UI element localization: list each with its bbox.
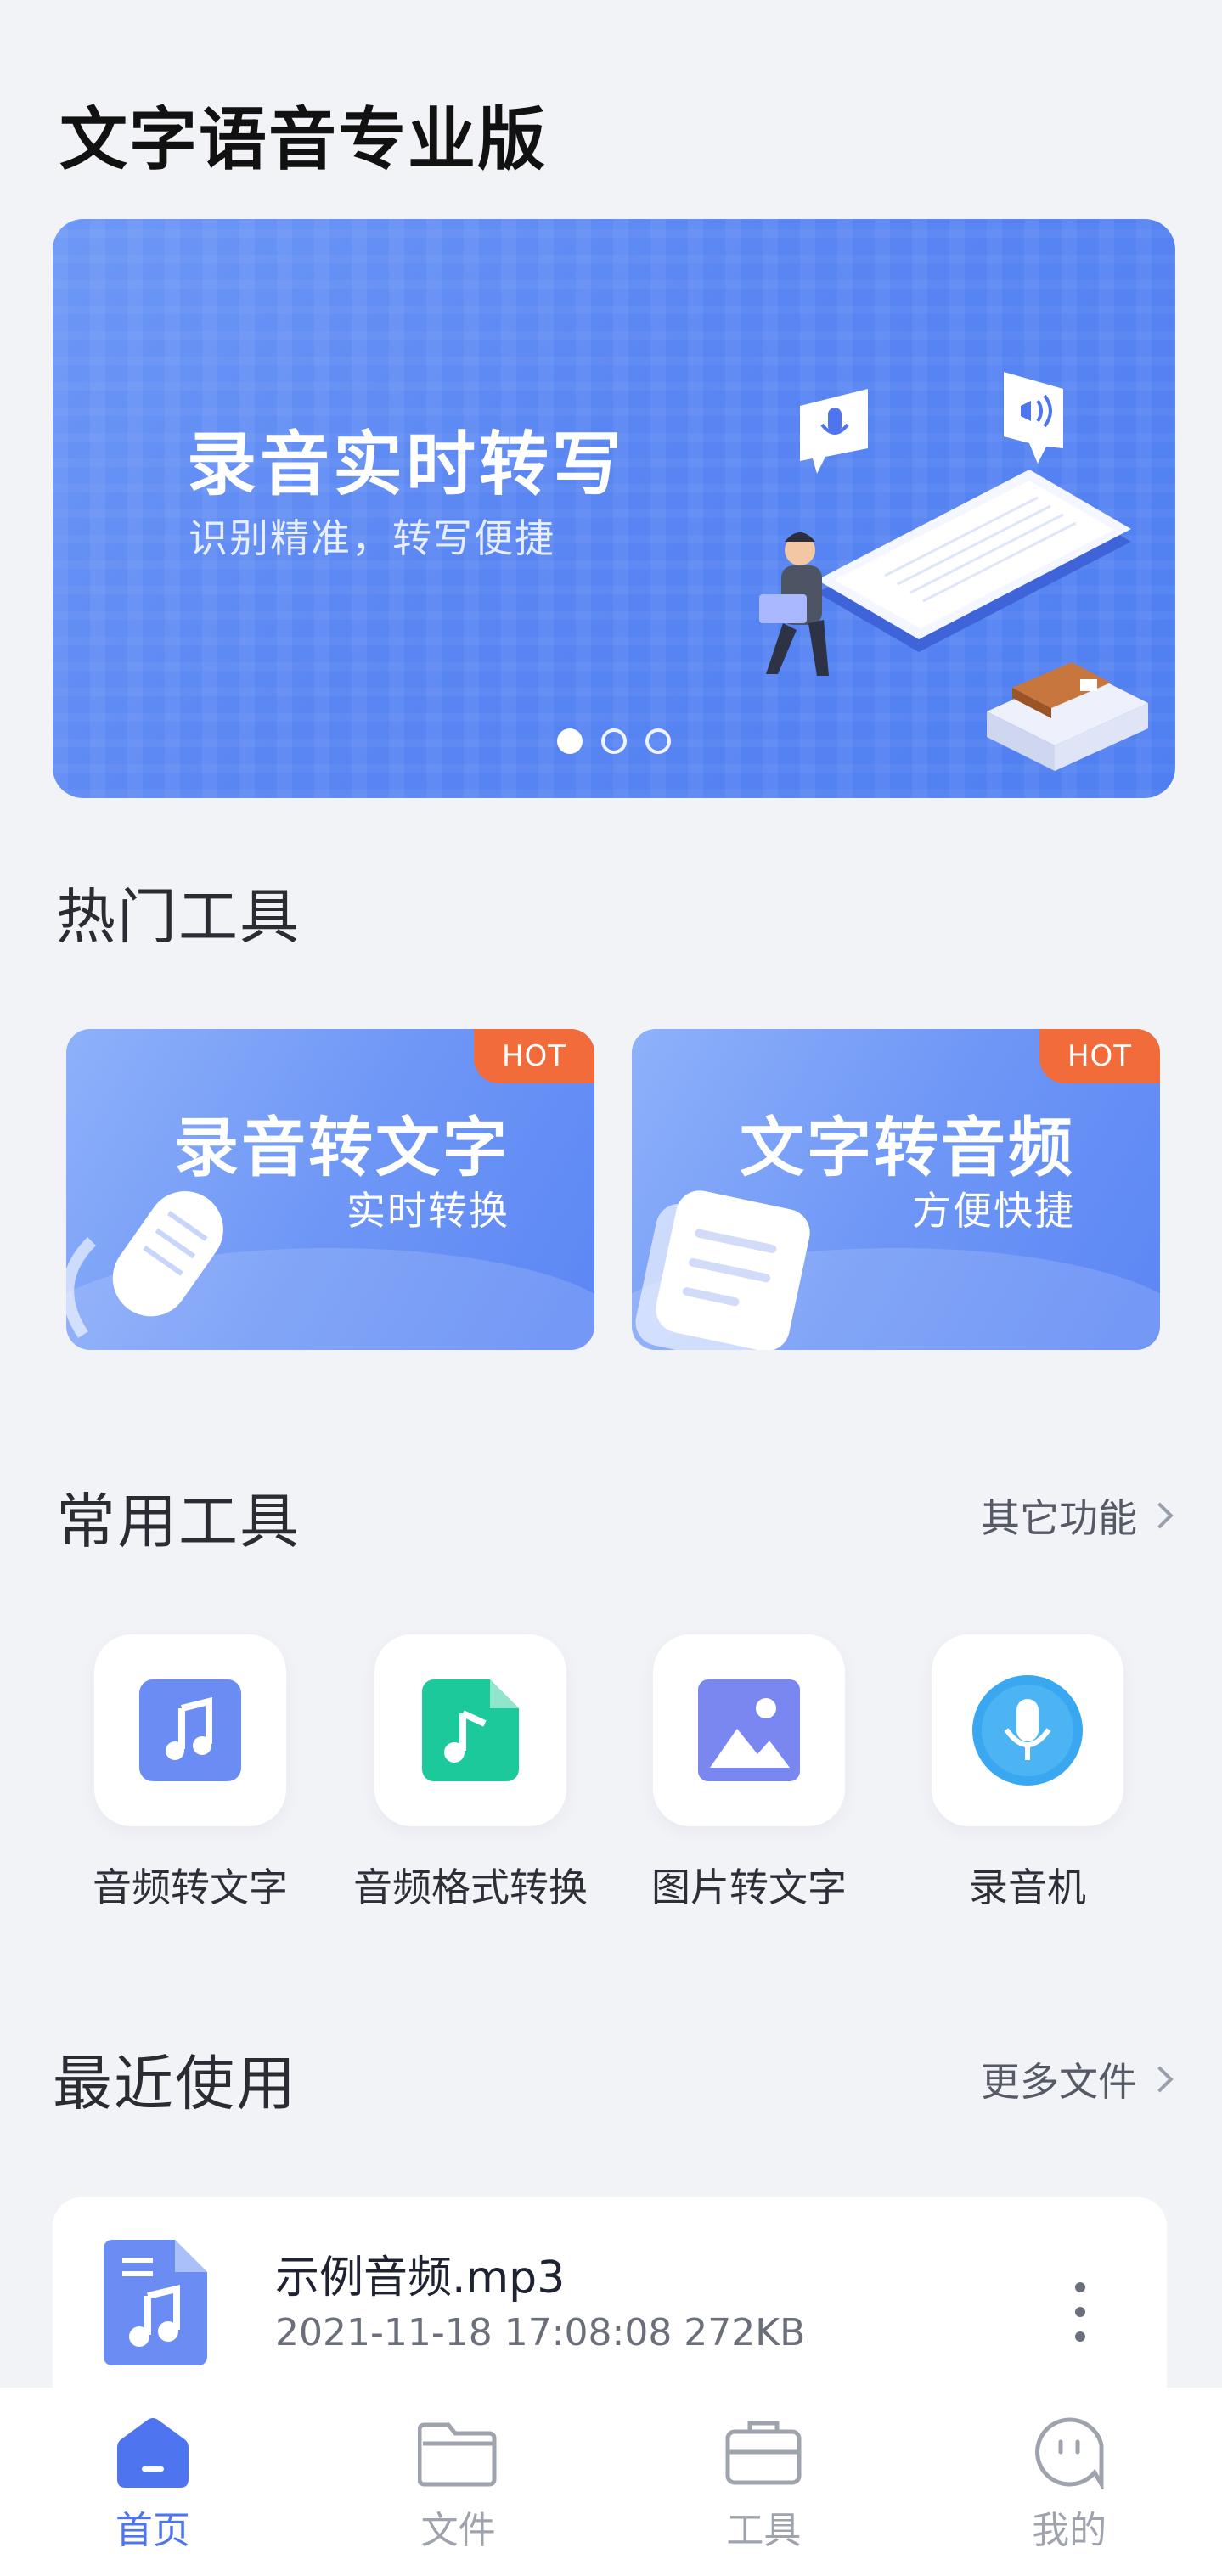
common-tools-title: 常用工具: [56, 1487, 301, 1556]
home-icon: [116, 2418, 189, 2488]
banner-illustration: [759, 372, 1148, 771]
tab-label: 文件: [420, 2509, 496, 2552]
tab-profile[interactable]: 我的: [916, 2388, 1222, 2576]
tool-label: 录音机: [969, 1865, 1086, 1910]
image-icon: [698, 1679, 800, 1781]
hot-tool-card-text-to-audio[interactable]: HOT 文字转音频 方便快捷: [632, 1029, 1160, 1350]
tab-label: 工具: [726, 2509, 802, 2552]
sound-bubble-icon: [1004, 372, 1063, 464]
bottom-tab-bar: 首页 文件 工具 我的: [0, 2388, 1222, 2576]
tab-home[interactable]: 首页: [0, 2388, 306, 2576]
tool-icon-box: [932, 1634, 1123, 1826]
hot-tool-subtitle: 实时转换: [346, 1188, 510, 1234]
toolbox-icon: [725, 2421, 802, 2485]
folder-icon: [417, 2422, 497, 2487]
banner-subtitle: 识别精准，转写便捷: [189, 515, 555, 561]
tool-audio-to-text[interactable]: 音频转文字: [63, 1634, 318, 1913]
profile-icon: [1035, 2417, 1104, 2489]
mic-bubble-icon: [800, 389, 868, 474]
file-name: 示例音频.mp3: [275, 2253, 566, 2303]
hot-tool-subtitle: 方便快捷: [912, 1188, 1075, 1234]
microphone-icon: [972, 1675, 1083, 1786]
music-note-icon: [139, 1679, 241, 1781]
person-illustration: [759, 532, 829, 676]
tool-icon-box: [653, 1634, 845, 1826]
tab-files[interactable]: 文件: [306, 2388, 611, 2576]
tool-label: 音频格式转换: [353, 1865, 588, 1910]
carousel-indicator: [53, 728, 1175, 754]
home-screen: 文字语音专业版 录音实时转写 识别精准，转写便捷 热门工具 HOT 录音转文字 …: [0, 0, 1222, 2576]
tool-icon-box: [374, 1634, 566, 1826]
microphone-icon: [66, 1191, 223, 1338]
tool-label: 图片转文字: [651, 1865, 847, 1910]
more-options-icon[interactable]: [1072, 2282, 1089, 2342]
chevron-right-icon: [1146, 1502, 1174, 1529]
audio-file-icon: [104, 2240, 207, 2365]
carousel-dot[interactable]: [557, 728, 583, 754]
tool-voice-recorder[interactable]: 录音机: [900, 1634, 1155, 1913]
tool-label: 音频转文字: [93, 1865, 288, 1910]
more-files-label: 更多文件: [981, 2059, 1137, 2105]
hot-tool-card-speech-to-text[interactable]: HOT 录音转文字 实时转换: [66, 1029, 594, 1350]
app-title: 文字语音专业版: [59, 100, 547, 179]
banner-carousel[interactable]: 录音实时转写 识别精准，转写便捷: [53, 219, 1175, 798]
tool-audio-format-convert[interactable]: 音频格式转换: [343, 1634, 598, 1913]
phone-illustration: [817, 470, 1131, 652]
wallet-illustration: [987, 662, 1148, 771]
tab-label: 首页: [115, 2509, 190, 2552]
file-meta: 2021-11-18 17:08:08 272KB: [275, 2311, 806, 2354]
banner-title: 录音实时转写: [187, 425, 626, 505]
carousel-dot[interactable]: [645, 728, 671, 754]
more-files-link[interactable]: 更多文件: [981, 2051, 1174, 2107]
hot-tools-title: 热门工具: [56, 882, 301, 952]
document-icon: [635, 1190, 810, 1350]
other-features-link[interactable]: 其它功能: [981, 1488, 1174, 1544]
hot-badge: HOT: [474, 1029, 594, 1083]
recent-title: 最近使用: [53, 2049, 297, 2118]
tool-image-to-text[interactable]: 图片转文字: [622, 1634, 876, 1913]
tab-tools[interactable]: 工具: [611, 2388, 917, 2576]
carousel-dot[interactable]: [601, 728, 627, 754]
tab-label: 我的: [1032, 2509, 1107, 2552]
hot-badge: HOT: [1039, 1029, 1160, 1083]
other-features-label: 其它功能: [981, 1495, 1137, 1541]
recent-file-item[interactable]: 示例音频.mp3 2021-11-18 17:08:08 272KB: [53, 2197, 1167, 2418]
chevron-right-icon: [1146, 2066, 1174, 2093]
music-file-icon: [422, 1679, 519, 1781]
tool-icon-box: [94, 1634, 286, 1826]
